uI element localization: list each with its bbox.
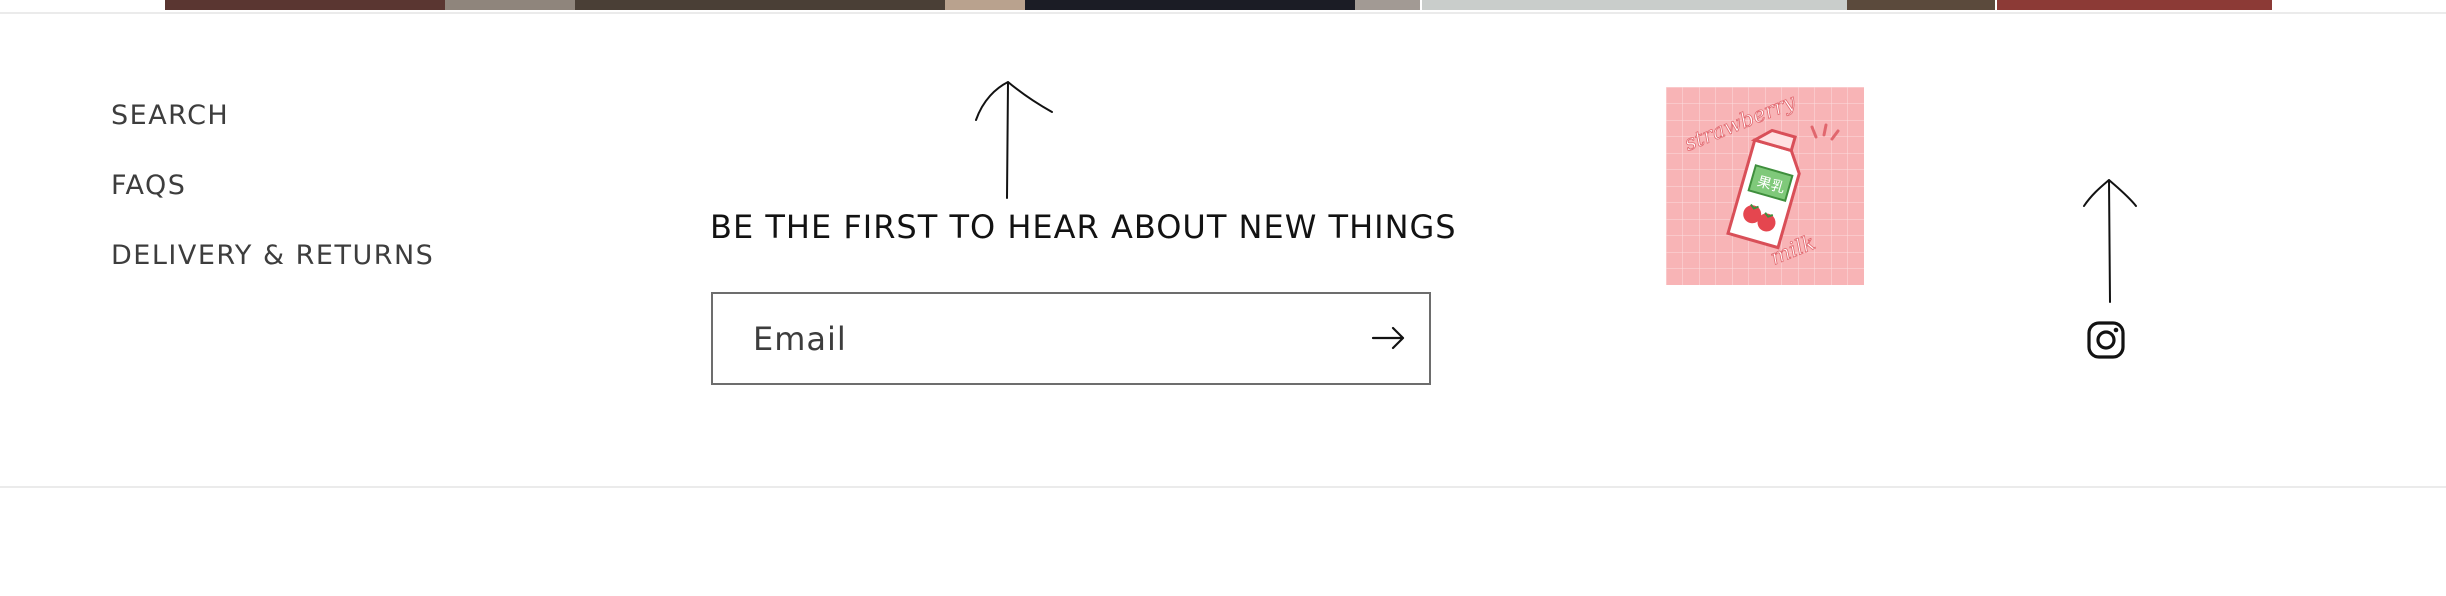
search-link[interactable]: SEARCH	[111, 94, 434, 164]
strawberry-milk-logo: strawberry 果乳 milk	[1666, 87, 1864, 285]
footer-menu: SEARCH FAQS DELIVERY & RETURNS	[111, 94, 434, 304]
photo-tile	[1847, 0, 1995, 10]
footer-menu-item: DELIVERY & RETURNS	[111, 234, 434, 304]
instagram-link[interactable]	[2086, 320, 2130, 364]
strip-divider	[0, 12, 2446, 14]
newsletter-form	[711, 292, 1431, 385]
newsletter-heading: BE THE FIRST TO HEAR ABOUT NEW THINGS	[710, 208, 1457, 246]
photo-tile	[445, 0, 575, 10]
faqs-link[interactable]: FAQS	[111, 164, 434, 234]
footer-divider	[0, 486, 2446, 488]
photo-tile	[945, 0, 1025, 10]
instagram-icon	[2087, 321, 2125, 359]
photo-tile	[165, 0, 445, 10]
photo-tile	[575, 0, 945, 10]
photo-strip	[0, 0, 2446, 12]
logo-image: strawberry 果乳 milk	[1666, 87, 1864, 285]
arrow-right-icon	[1371, 326, 1405, 350]
subscribe-button[interactable]	[1367, 316, 1411, 360]
delivery-returns-link[interactable]: DELIVERY & RETURNS	[111, 234, 434, 304]
hand-drawn-arrow-icon	[975, 81, 1053, 199]
photo-tile	[1422, 0, 1847, 10]
hand-drawn-arrow-icon	[2083, 179, 2137, 303]
footer-menu-item: SEARCH	[111, 94, 434, 164]
photo-tile	[1355, 0, 1420, 10]
email-field[interactable]	[753, 294, 1333, 383]
footer-menu-item: FAQS	[111, 164, 434, 234]
photo-tile	[1025, 0, 1355, 10]
photo-tile	[1997, 0, 2272, 10]
